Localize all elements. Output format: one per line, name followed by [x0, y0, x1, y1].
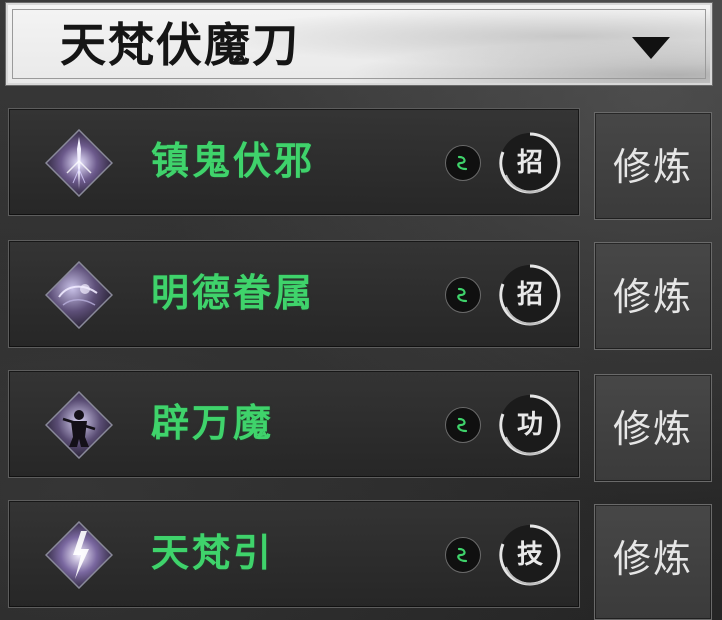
skill-set-title: 天梵伏魔刀 — [60, 18, 300, 72]
skill-row[interactable]: 天梵引 技 — [8, 500, 580, 608]
skill-type-badge: 功 — [497, 392, 563, 458]
cultivate-button[interactable]: 修炼 — [594, 374, 712, 482]
skill-type-badge: 技 — [497, 522, 563, 588]
mist-skill-icon — [45, 261, 113, 329]
rune-icon — [445, 537, 481, 573]
rune-icon — [445, 407, 481, 443]
skill-row[interactable]: 明德眷属 招 — [8, 240, 580, 348]
skill-name: 天梵引 — [151, 530, 275, 575]
skill-name: 镇鬼伏邪 — [151, 138, 316, 183]
cultivate-button[interactable]: 修炼 — [594, 242, 712, 350]
skill-name: 辟万魔 — [151, 400, 275, 445]
rune-icon — [445, 277, 481, 313]
skill-type-label: 功 — [516, 410, 543, 440]
cultivate-button[interactable]: 修炼 — [594, 504, 712, 620]
skill-row[interactable]: 辟万魔 功 — [8, 370, 580, 478]
rune-icon — [445, 145, 481, 181]
skill-type-badge: 招 — [497, 262, 563, 328]
sword-skill-icon — [45, 129, 113, 197]
skill-type-badge: 招 — [497, 130, 563, 196]
skill-name: 明德眷属 — [151, 270, 316, 315]
skill-row[interactable]: 镇鬼伏邪 招 — [8, 108, 580, 216]
cultivate-button[interactable]: 修炼 — [594, 112, 712, 220]
skill-type-label: 技 — [516, 540, 543, 570]
skill-type-label: 招 — [516, 280, 543, 310]
chevron-down-icon[interactable] — [632, 37, 670, 59]
skill-set-dropdown[interactable]: 天梵伏魔刀 — [5, 2, 713, 86]
lightning-skill-icon — [45, 521, 113, 589]
skill-type-label: 招 — [516, 148, 543, 178]
warrior-skill-icon — [45, 391, 113, 459]
